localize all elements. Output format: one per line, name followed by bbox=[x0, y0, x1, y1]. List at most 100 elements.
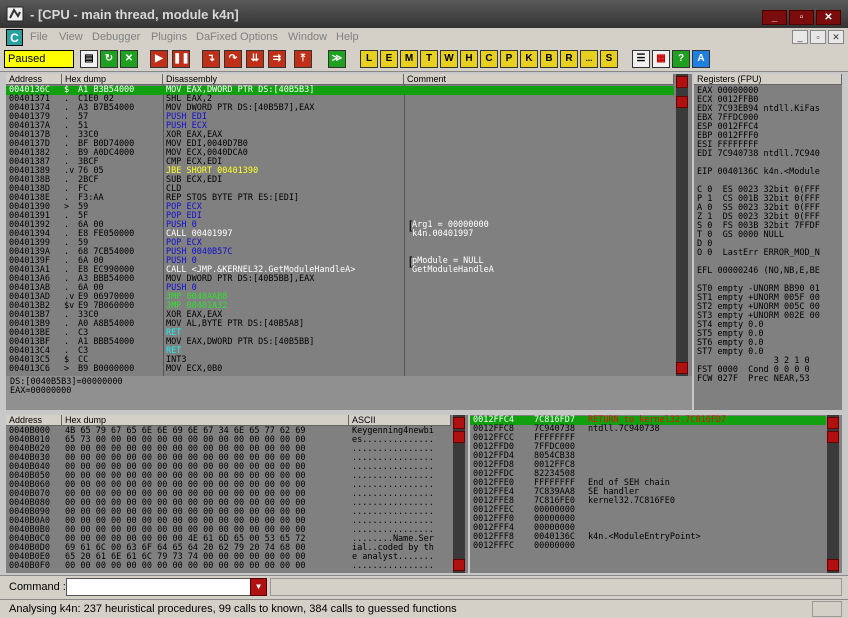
mdi-minimize-button[interactable]: _ bbox=[792, 30, 808, 44]
menu-dafixed-options[interactable]: DaFixed Options bbox=[196, 31, 278, 43]
tb-breakpoints-button[interactable]: B bbox=[540, 50, 558, 68]
col-hex-dump[interactable]: Hex dump bbox=[62, 74, 163, 85]
disasm-row[interactable]: 00401390 >59 POP ECX bbox=[6, 203, 674, 212]
stack-row[interactable]: 0012FFEC 00000000 bbox=[470, 506, 826, 515]
disasm-row[interactable]: 00401391. 5F POP EDI bbox=[6, 212, 674, 221]
tb-log-button[interactable]: L bbox=[360, 50, 378, 68]
disasm-row[interactable]: 00401387. 3BCF CMP ECX,EDI bbox=[6, 158, 674, 167]
register-line[interactable]: O 0 LastErr ERROR_MOD_N bbox=[697, 249, 820, 258]
disasm-row[interactable]: 004013B9. A0 A8B54000 MOV AL,BYTE PTR DS:[… bbox=[6, 320, 674, 329]
disasm-row[interactable]: 00401374. A3 B7B54000 MOV DWORD PTR DS:[40… bbox=[6, 104, 674, 113]
tb-runtrace-button[interactable]: ... bbox=[580, 50, 598, 68]
close-button[interactable]: ✕ bbox=[816, 10, 841, 25]
stack-row[interactable]: 0012FFFC 00000000 bbox=[470, 542, 826, 551]
tb-source-button[interactable]: S bbox=[600, 50, 618, 68]
restart-icon[interactable]: ↻ bbox=[100, 50, 118, 68]
menu-window[interactable]: Window bbox=[288, 31, 327, 43]
step-over-icon[interactable]: ↷ bbox=[224, 50, 242, 68]
info-pane: DS:[0040B5B3]=00000000 EAX=00000000 bbox=[6, 376, 692, 410]
execute-till-return-icon[interactable]: ⤒ bbox=[294, 50, 312, 68]
stack-row[interactable]: 0012FFC8 7C940738 ntdll.7C940738 bbox=[470, 425, 826, 434]
help-icon[interactable]: ? bbox=[672, 50, 690, 68]
disasm-row[interactable]: 004013C4. C3 RET bbox=[6, 347, 674, 356]
stack-row[interactable]: 0012FFD4 8054CB38 bbox=[470, 452, 826, 461]
menu-debugger[interactable]: Debugger bbox=[92, 31, 140, 43]
step-into-icon[interactable]: ↴ bbox=[202, 50, 220, 68]
tb-cpu-button[interactable]: C bbox=[480, 50, 498, 68]
command-label: Command : bbox=[9, 581, 66, 593]
register-line[interactable]: FCW 027F Prec NEAR,53 bbox=[697, 375, 810, 384]
col-address[interactable]: Address bbox=[6, 74, 62, 85]
chevron-down-icon[interactable]: ▼ bbox=[250, 578, 267, 596]
stack-row[interactable]: 0012FFF8 0040136C k4n.<ModuleEntryPoint> bbox=[470, 533, 826, 542]
disasm-comment: k4n.00401997 bbox=[412, 229, 474, 239]
menu-file[interactable]: File bbox=[30, 31, 48, 43]
open-icon[interactable]: ▤ bbox=[80, 50, 98, 68]
trace-over-icon[interactable]: ⇉ bbox=[268, 50, 286, 68]
disassembly-pane[interactable]: Address Hex dump Disassembly Comment 004… bbox=[6, 74, 692, 376]
stack-row[interactable]: 0012FFD8 0012FFC8 bbox=[470, 461, 826, 470]
cpu-window-icon[interactable]: C bbox=[6, 29, 23, 46]
disasm-row[interactable]: 00401389 .v 76 05 JBE SHORT 00401390 bbox=[6, 167, 674, 176]
about-icon[interactable]: A bbox=[692, 50, 710, 68]
command-input[interactable] bbox=[66, 578, 254, 596]
register-line[interactable]: EIP 0040136C k4n.<Module bbox=[697, 168, 820, 177]
registers-pane[interactable]: Registers (FPU) EAX 00000000 ECX 0012FFB0… bbox=[694, 74, 842, 410]
dump-row[interactable]: 0040B0F0 00 00 00 00 00 00 00 00 00 00 00… bbox=[6, 562, 452, 571]
register-line[interactable]: EFL 00000246 (NO,NB,E,BE bbox=[697, 267, 820, 276]
register-line[interactable]: EDI 7C940738 ntdll.7C940 bbox=[697, 150, 820, 159]
dump-pane[interactable]: Address Hex dump ASCII 0040B000 4B 65 79 … bbox=[6, 415, 468, 573]
dump-col-address[interactable]: Address bbox=[6, 415, 62, 426]
menu-help[interactable]: Help bbox=[336, 31, 359, 43]
disasm-row[interactable]: 004013A6. A3 BBB54000 MOV DWORD PTR DS:[40… bbox=[6, 275, 674, 284]
minimize-button[interactable]: _ bbox=[762, 10, 787, 25]
stack-row[interactable]: 0012FFCC FFFFFFFF bbox=[470, 434, 826, 443]
goto-icon[interactable]: ≫ bbox=[328, 50, 346, 68]
maximize-button[interactable]: ▫ bbox=[789, 10, 814, 25]
dump-hex: 00 00 00 00 00 00 00 00 00 00 00 00 00 0… bbox=[65, 561, 306, 571]
disasm-row[interactable]: 00401394. E8 FE050000 CALL 00401997 k4n.004… bbox=[6, 230, 674, 239]
tb-windows-button[interactable]: W bbox=[440, 50, 458, 68]
command-result bbox=[270, 578, 842, 596]
menu-view[interactable]: View bbox=[59, 31, 83, 43]
disasm-row[interactable]: 004013BF. A1 BBB54000 MOV EAX,DWORD PTR DS… bbox=[6, 338, 674, 347]
col-disassembly[interactable]: Disassembly bbox=[163, 74, 404, 85]
tb-handles-button[interactable]: H bbox=[460, 50, 478, 68]
disasm-row[interactable]: 004013B2 $v E9 7B060000 JMP 00401A32 bbox=[6, 302, 674, 311]
disasm-row[interactable]: 004013C6 > B9 B0000000 MOV ECX,0B0 bbox=[6, 365, 674, 374]
stack-row[interactable]: 0012FFE0 FFFFFFFF End of SEH chain bbox=[470, 479, 826, 488]
mdi-restore-button[interactable]: ▫ bbox=[810, 30, 826, 44]
run-icon[interactable]: ▶ bbox=[150, 50, 168, 68]
stack-pane[interactable]: 0012FFC4 7C816FD7 RETURN to kernel32.7C816… bbox=[470, 415, 842, 573]
tb-executables-button[interactable]: E bbox=[380, 50, 398, 68]
trace-into-icon[interactable]: ⇊ bbox=[246, 50, 264, 68]
stack-scrollbar[interactable] bbox=[827, 415, 839, 573]
disasm-scrollbar[interactable] bbox=[676, 74, 688, 376]
stack-row[interactable]: 0012FFF0 00000000 bbox=[470, 515, 826, 524]
tb-references-button[interactable]: R bbox=[560, 50, 578, 68]
stack-row[interactable]: 0012FFE8 7C816FE0 kernel32.7C816FE0 bbox=[470, 497, 826, 506]
disasm-row[interactable]: 00401379. 57 PUSH EDI bbox=[6, 113, 674, 122]
mdi-close-button[interactable]: ✕ bbox=[828, 30, 844, 44]
disasm-row[interactable]: 0040138E. F3:AA REP STOS BYTE PTR ES:[EDI] bbox=[6, 194, 674, 203]
dump-col-ascii[interactable]: ASCII bbox=[349, 415, 451, 426]
col-comment[interactable]: Comment bbox=[404, 74, 674, 85]
pause-icon[interactable]: ❚❚ bbox=[172, 50, 190, 68]
stack-row[interactable]: 0012FFD0 7FFDC000 bbox=[470, 443, 826, 452]
disasm-row[interactable]: 0040137A. 51 PUSH ECX bbox=[6, 122, 674, 131]
disasm-row[interactable]: 00401382. B9 A0DC4000 MOV ECX,0040DCA0 bbox=[6, 149, 674, 158]
grid-icon[interactable]: ▦ bbox=[652, 50, 670, 68]
dump-scrollbar[interactable] bbox=[453, 415, 465, 573]
dump-col-hex[interactable]: Hex dump bbox=[62, 415, 349, 426]
close-program-icon[interactable]: ✕ bbox=[120, 50, 138, 68]
list-icon[interactable]: ☰ bbox=[632, 50, 650, 68]
title-bar[interactable]: - [CPU - main thread, module k4n] _ ▫ ✕ bbox=[0, 0, 848, 28]
tb-threads-button[interactable]: T bbox=[420, 50, 438, 68]
tb-callstack-button[interactable]: K bbox=[520, 50, 538, 68]
disasm-row[interactable]: 0040138D. FC CLD bbox=[6, 185, 674, 194]
tb-patches-button[interactable]: P bbox=[500, 50, 518, 68]
disasm-row[interactable]: 0040139A. 68 7CB54000 PUSH 0040B57C bbox=[6, 248, 674, 257]
menu-plugins[interactable]: Plugins bbox=[151, 31, 187, 43]
disasm-row[interactable]: 0040138B. 2BCF SUB ECX,EDI bbox=[6, 176, 674, 185]
tb-memory-button[interactable]: M bbox=[400, 50, 418, 68]
